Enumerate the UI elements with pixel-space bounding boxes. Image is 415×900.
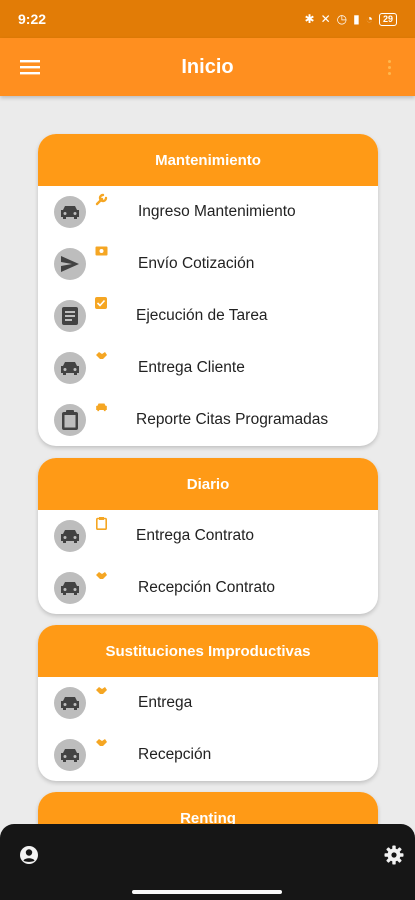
handshake-icon xyxy=(94,683,108,697)
more-vert-icon[interactable] xyxy=(363,38,415,96)
status-time: 9:22 xyxy=(18,11,47,27)
list-item[interactable]: Entrega Contrato xyxy=(38,510,378,562)
item-label: Reporte Citas Programadas xyxy=(136,411,329,428)
item-label: Recepción Contrato xyxy=(138,579,275,596)
signal-icon: ▮ xyxy=(353,12,360,26)
wifi-icon: ◔ xyxy=(365,12,373,26)
item-label: Recepción xyxy=(138,746,212,763)
clipboard-icon xyxy=(54,404,86,436)
handshake-icon xyxy=(94,568,108,582)
car-icon xyxy=(54,572,86,604)
section-card-diario: Diario Entrega Contrato Recepción Contra… xyxy=(38,458,378,614)
item-label: Envío Cotización xyxy=(138,255,255,272)
app-bar: Inicio xyxy=(0,38,415,96)
section-header: Diario xyxy=(38,458,378,510)
handshake-icon xyxy=(94,348,108,362)
item-label: Entrega Contrato xyxy=(136,527,255,544)
list-item[interactable]: Entrega xyxy=(38,677,378,729)
section-header: Renting xyxy=(38,792,378,824)
car-icon xyxy=(54,196,86,228)
home-indicator[interactable] xyxy=(132,890,282,894)
section-header: Sustituciones Improductivas xyxy=(38,625,378,677)
status-bar: 9:22 ✱ ✕ ◷ ▮ ◔ 29 xyxy=(0,0,415,38)
page-title: Inicio xyxy=(181,55,234,78)
clipboard-icon xyxy=(94,516,108,530)
list-item[interactable]: Envío Cotización xyxy=(38,238,378,290)
car-icon xyxy=(54,352,86,384)
list-item[interactable]: Entrega Cliente xyxy=(38,342,378,394)
handshake-icon xyxy=(94,735,108,749)
settings-icon[interactable] xyxy=(383,844,405,866)
car-icon xyxy=(54,520,86,552)
main-content[interactable]: Mantenimiento Ingreso Mantenimiento Enví… xyxy=(0,96,415,824)
status-icons: ✱ ✕ ◷ ▮ ◔ 29 xyxy=(305,12,397,26)
item-label: Entrega xyxy=(138,694,193,711)
car-icon xyxy=(94,400,108,414)
list-item[interactable]: Ejecución de Tarea xyxy=(38,290,378,342)
section-card-renting: Renting xyxy=(38,792,378,824)
cash-icon xyxy=(94,244,108,258)
car-icon xyxy=(54,739,86,771)
list-item[interactable]: Recepción xyxy=(38,729,378,781)
section-card-mantenimiento: Mantenimiento Ingreso Mantenimiento Enví… xyxy=(38,134,378,446)
checkbox-icon xyxy=(94,296,108,310)
alarm-icon: ◷ xyxy=(336,12,348,26)
account-circle-icon[interactable] xyxy=(18,844,40,866)
item-label: Ingreso Mantenimiento xyxy=(138,203,296,220)
list-item[interactable]: Reporte Citas Programadas xyxy=(38,394,378,446)
hamburger-menu-icon[interactable] xyxy=(0,38,60,96)
battery-icon: 29 xyxy=(378,12,397,26)
send-icon xyxy=(54,248,86,280)
item-label: Entrega Cliente xyxy=(138,359,245,376)
section-card-sustituciones: Sustituciones Improductivas Entrega Rece… xyxy=(38,625,378,781)
list-item[interactable]: Ingreso Mantenimiento xyxy=(38,186,378,238)
item-label: Ejecución de Tarea xyxy=(136,307,268,324)
bluetooth-icon: ✱ xyxy=(304,12,315,26)
section-header: Mantenimiento xyxy=(38,134,378,186)
document-icon xyxy=(54,300,86,332)
list-item[interactable]: Recepción Contrato xyxy=(38,562,378,614)
mute-icon: ✕ xyxy=(320,12,331,26)
bottom-bar xyxy=(0,824,415,900)
car-icon xyxy=(54,687,86,719)
wrench-icon xyxy=(94,192,108,206)
